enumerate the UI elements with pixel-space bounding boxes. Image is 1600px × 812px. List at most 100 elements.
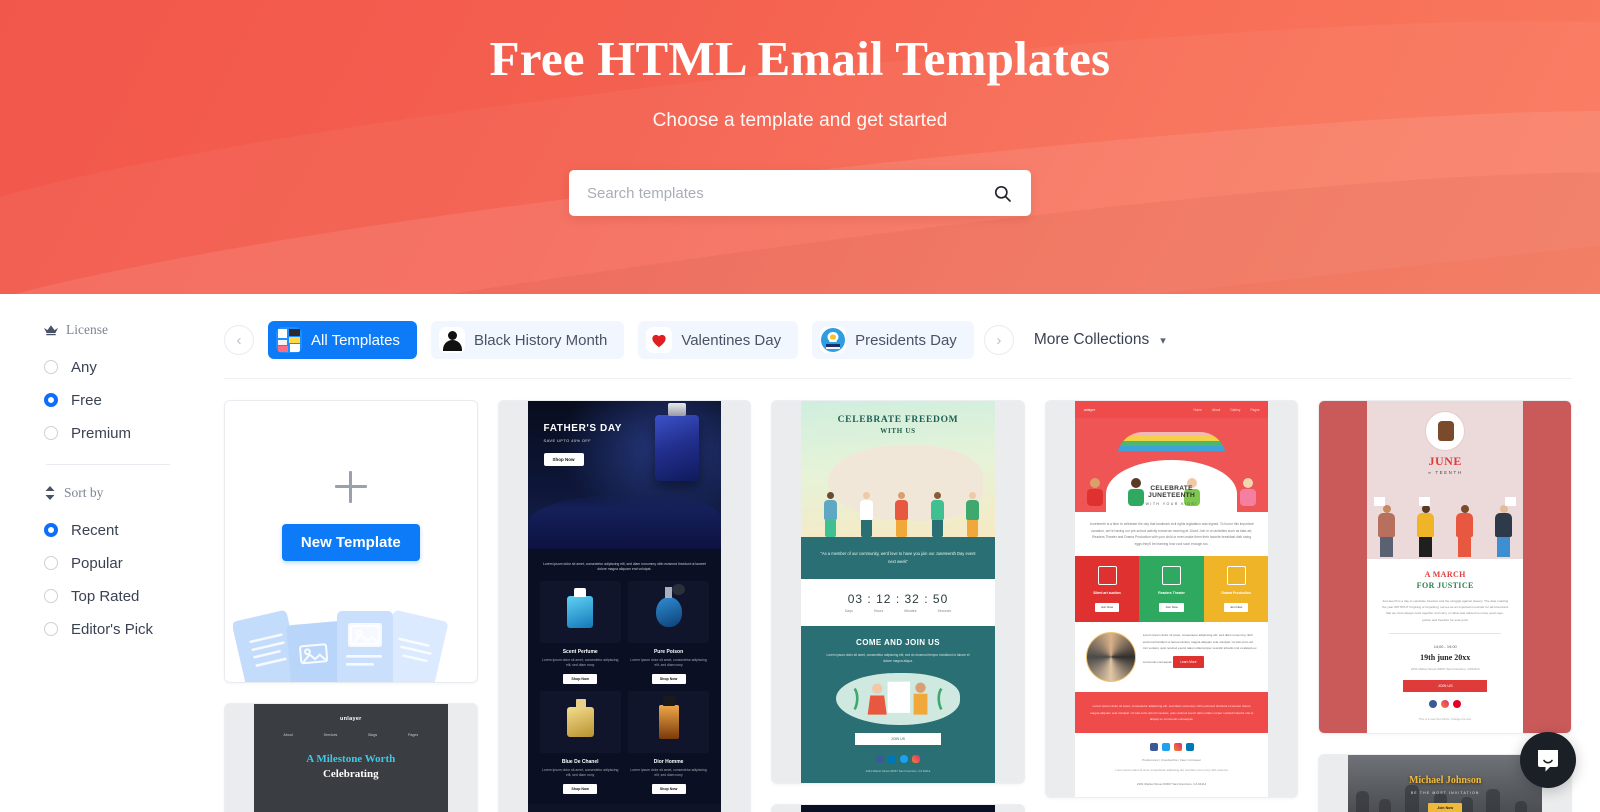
template-card-milestone[interactable]: unlayer About Services Blogs Pages A Mil… [224, 703, 478, 812]
search-input[interactable] [587, 184, 989, 202]
perfume-dior-icon [658, 695, 679, 739]
kids-footer-note: Lorem ipsum dolor sit amet consectetuer … [1115, 767, 1228, 772]
license-heading: License [44, 322, 224, 338]
freedom-quote: “As a member of our community, we'd love… [801, 537, 995, 580]
template-card-partial-next[interactable] [771, 803, 1025, 812]
template-card-fathers-day[interactable]: FATHER'S DAY SAVE UPTO 40% OFF Shop Now … [497, 400, 752, 812]
radio-free[interactable] [44, 393, 58, 407]
license-option-premium[interactable]: Premium [44, 418, 224, 448]
sort-option-popular[interactable]: Popular [44, 548, 224, 578]
documents-illustration [233, 610, 448, 682]
silk-fabric-decor [527, 493, 722, 549]
hero-banner: Free HTML Email Templates Choose a templ… [0, 0, 1600, 294]
feature-label: Silent art auction [1093, 591, 1121, 596]
teenth-word: ∞ TEENTH [1427, 470, 1463, 475]
kids-title-1: CELEBRATE [1150, 485, 1193, 492]
license-option-any[interactable]: Any [44, 352, 224, 382]
chevron-right-icon: › [996, 331, 1002, 349]
perfume-bottle-icon [655, 403, 700, 481]
justice-title-1: A MARCH [1424, 570, 1466, 579]
collection-tab-all-templates[interactable]: All Templates [268, 321, 417, 359]
sortby-heading: Sort by [44, 485, 224, 501]
justice-title-2: FOR JUSTICE [1416, 581, 1474, 590]
radio-editors-pick[interactable] [44, 622, 58, 636]
collage-icon [276, 327, 302, 353]
feature-cta: Join Now [1094, 602, 1120, 612]
product-desc: Lorem ipsum dolor sit amet, consectetur … [542, 767, 619, 778]
new-template-card[interactable]: New Template [224, 400, 478, 683]
countdown-label: Hours [873, 609, 884, 614]
search-bar[interactable] [569, 170, 1031, 216]
kids-body: Juneteenth is a time to celebrate the da… [1089, 522, 1254, 546]
collections-prev-button[interactable]: ‹ [224, 325, 254, 355]
sort-label-recent: Recent [71, 521, 119, 539]
new-template-button[interactable]: New Template [281, 524, 420, 561]
join-illustration [836, 672, 960, 725]
intercom-launcher-button[interactable] [1520, 732, 1576, 788]
milestone-nav-item: Pages [408, 733, 419, 737]
product-name: Scent Perfume [562, 648, 598, 655]
product-name: Pure Poison [653, 648, 684, 655]
facebook-icon [1149, 742, 1158, 751]
intercom-chat-icon [1538, 750, 1558, 772]
product-name: Blue De Chanel [561, 758, 599, 765]
partial-preview [801, 804, 995, 812]
collection-tab-label-all: All Templates [311, 331, 400, 349]
template-card-march-for-justice[interactable]: JUNE ∞ TEENTH A MARCH FOR JUSTICE Junete… [1318, 400, 1572, 734]
people-illustration [824, 475, 980, 537]
radio-any[interactable] [44, 360, 58, 374]
search-button[interactable] [989, 180, 1015, 206]
join-text: Lorem ipsum dolor sit amet, consectetur … [826, 653, 970, 664]
collection-tab-valentines-day[interactable]: Valentines Day [638, 321, 799, 359]
page-body: License Any Free Premium Sort by Recent … [0, 294, 1600, 812]
fathers-day-subtitle: SAVE UPTO 40% OFF [543, 438, 592, 443]
radio-top-rated[interactable] [44, 589, 58, 603]
social-icons [1381, 699, 1509, 708]
collections-next-button[interactable]: › [983, 325, 1014, 355]
justice-date: 19th june 20xx [1420, 652, 1471, 662]
freedom-address: 2261 Market Street #4667 San Francisco, … [865, 768, 931, 773]
product-desc: Lorem ipsum dolor sit amet, consectetur … [542, 657, 619, 668]
perfume-poison-icon [655, 583, 685, 627]
sort-option-recent[interactable]: Recent [44, 515, 224, 545]
milestone-nav-item: Blogs [368, 733, 378, 737]
masks-icon [1226, 566, 1246, 586]
sort-option-editors-pick[interactable]: Editor's Pick [44, 614, 224, 644]
countdown-label: Minutes [904, 609, 917, 614]
social-icons [1075, 742, 1269, 751]
countdown-sep: : [867, 592, 872, 607]
article-photo [1085, 632, 1136, 683]
template-card-celebrate-freedom[interactable]: CELEBRATE FREEDOM WITH US “As a member o… [771, 400, 1025, 784]
radio-recent[interactable] [44, 523, 58, 537]
mj-cta: Join Now [1428, 802, 1463, 812]
instagram-icon [1173, 742, 1182, 751]
license-label-free: Free [71, 391, 102, 409]
page-subtitle: Choose a template and get started [652, 110, 948, 131]
radio-popular[interactable] [44, 556, 58, 570]
kids-subtitle: WITH YOUR KIDS! [1145, 502, 1198, 506]
sort-icon [44, 486, 56, 500]
collection-tab-black-history-month[interactable]: Black History Month [430, 321, 625, 359]
collection-tab-label-presidents: Presidents Day [855, 331, 957, 349]
countdown-label: Days [844, 609, 853, 614]
countdown-hours: 12 [876, 592, 892, 607]
kids-nav-item: Home [1193, 407, 1202, 412]
collection-tab-presidents-day[interactable]: Presidents Day [812, 321, 974, 359]
march-for-justice-preview: JUNE ∞ TEENTH A MARCH FOR JUSTICE Junete… [1319, 401, 1571, 733]
justice-time: 14:00 - 19:00 [1433, 643, 1457, 649]
facebook-icon [875, 754, 884, 763]
grid-column-4: unlayer Home About Gallery Pages CELEBRA… [1044, 400, 1299, 799]
kids-title-2: JUNETEENTH [1148, 492, 1196, 499]
fathers-day-intro: Lorem ipsum dolor sit amet, consectetur … [542, 562, 706, 572]
sort-option-top-rated[interactable]: Top Rated [44, 581, 224, 611]
more-collections-dropdown[interactable]: More Collections ▾ [1034, 331, 1166, 349]
feature-label: Readers Theater [1158, 591, 1185, 596]
fist-badge-icon [1425, 411, 1466, 451]
justice-cta: JOIN US [1402, 679, 1488, 692]
grid-column-3: CELEBRATE FREEDOM WITH US “As a member o… [771, 400, 1025, 812]
license-option-free[interactable]: Free [44, 385, 224, 415]
template-card-juneteenth-kids[interactable]: unlayer Home About Gallery Pages CELEBRA… [1044, 400, 1299, 799]
fathers-day-preview: FATHER'S DAY SAVE UPTO 40% OFF Shop Now … [527, 401, 722, 812]
product-cta: Shop Now [651, 783, 686, 794]
radio-premium[interactable] [44, 426, 58, 440]
